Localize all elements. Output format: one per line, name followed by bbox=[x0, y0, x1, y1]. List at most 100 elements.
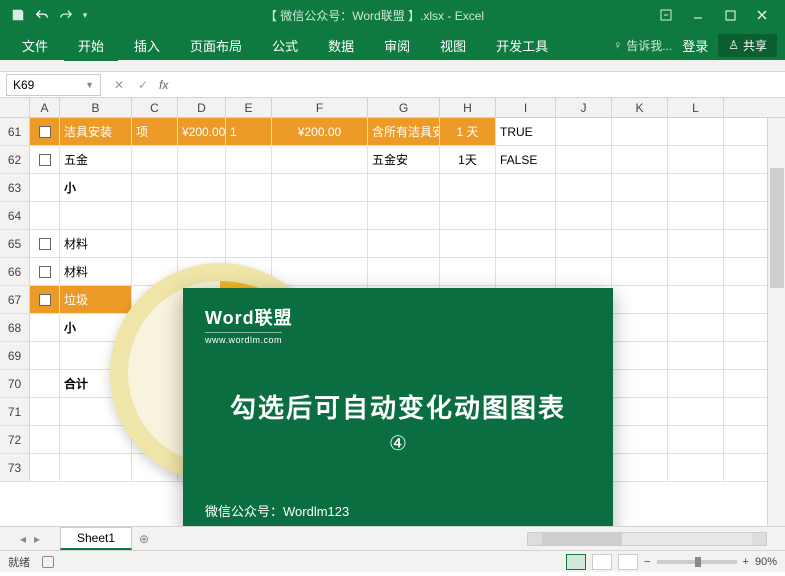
cell[interactable] bbox=[368, 202, 440, 229]
column-header[interactable]: H bbox=[440, 98, 496, 117]
column-header[interactable]: L bbox=[668, 98, 724, 117]
cell[interactable]: 五金安 bbox=[368, 146, 440, 173]
cell[interactable] bbox=[30, 342, 60, 369]
login-link[interactable]: 登录 bbox=[682, 36, 708, 55]
column-header[interactable]: E bbox=[226, 98, 272, 117]
cell[interactable] bbox=[612, 426, 668, 453]
view-normal-button[interactable] bbox=[566, 554, 586, 570]
tell-me-search[interactable]: ♀ 告诉我... bbox=[613, 37, 672, 54]
cell[interactable] bbox=[612, 230, 668, 257]
cell[interactable] bbox=[496, 230, 556, 257]
cell[interactable] bbox=[132, 146, 178, 173]
cell[interactable] bbox=[668, 202, 724, 229]
cell[interactable] bbox=[30, 370, 60, 397]
checkbox[interactable] bbox=[39, 154, 51, 166]
cell[interactable] bbox=[668, 314, 724, 341]
cell[interactable] bbox=[226, 202, 272, 229]
cell[interactable] bbox=[30, 454, 60, 481]
cell[interactable] bbox=[30, 146, 60, 173]
row-header[interactable]: 62 bbox=[0, 146, 30, 173]
cell[interactable] bbox=[132, 174, 178, 201]
zoom-out-button[interactable]: − bbox=[644, 556, 650, 568]
ribbon-options-icon[interactable] bbox=[651, 5, 681, 25]
column-header[interactable]: K bbox=[612, 98, 668, 117]
cell[interactable] bbox=[132, 202, 178, 229]
cell[interactable] bbox=[368, 174, 440, 201]
zoom-in-button[interactable]: + bbox=[743, 556, 749, 568]
cell[interactable] bbox=[440, 258, 496, 285]
cell[interactable] bbox=[612, 454, 668, 481]
view-page-layout-button[interactable] bbox=[592, 554, 612, 570]
tab-developer[interactable]: 开发工具 bbox=[482, 30, 562, 61]
checkbox[interactable] bbox=[39, 126, 51, 138]
cell[interactable] bbox=[556, 118, 612, 145]
tab-formulas[interactable]: 公式 bbox=[258, 30, 312, 61]
column-header[interactable]: A bbox=[30, 98, 60, 117]
row-header[interactable]: 65 bbox=[0, 230, 30, 257]
accept-formula-icon[interactable]: ✓ bbox=[131, 74, 155, 96]
cell[interactable] bbox=[496, 258, 556, 285]
cell[interactable] bbox=[272, 202, 368, 229]
sheet-tab[interactable]: Sheet1 bbox=[60, 527, 132, 550]
column-header[interactable]: G bbox=[368, 98, 440, 117]
cell[interactable] bbox=[668, 146, 724, 173]
row-header[interactable]: 67 bbox=[0, 286, 30, 313]
zoom-slider[interactable] bbox=[657, 560, 737, 564]
cell[interactable] bbox=[668, 454, 724, 481]
row-header[interactable]: 71 bbox=[0, 398, 30, 425]
cell[interactable] bbox=[30, 230, 60, 257]
checkbox[interactable] bbox=[39, 294, 51, 306]
cell[interactable] bbox=[132, 230, 178, 257]
cell[interactable] bbox=[556, 230, 612, 257]
cell[interactable] bbox=[440, 230, 496, 257]
cell[interactable] bbox=[612, 314, 668, 341]
select-all-corner[interactable] bbox=[0, 98, 30, 117]
close-button[interactable] bbox=[747, 5, 777, 25]
cell[interactable] bbox=[612, 286, 668, 313]
row-header[interactable]: 72 bbox=[0, 426, 30, 453]
cell[interactable] bbox=[178, 202, 226, 229]
tab-file[interactable]: 文件 bbox=[8, 30, 62, 61]
qat-customize-icon[interactable]: ▾ bbox=[80, 5, 90, 25]
column-header[interactable]: B bbox=[60, 98, 132, 117]
row-header[interactable]: 64 bbox=[0, 202, 30, 229]
cell[interactable] bbox=[668, 426, 724, 453]
tab-insert[interactable]: 插入 bbox=[120, 30, 174, 61]
cell[interactable] bbox=[30, 314, 60, 341]
share-button[interactable]: ♙ 共享 bbox=[718, 34, 777, 57]
cell[interactable] bbox=[612, 174, 668, 201]
row-header[interactable]: 63 bbox=[0, 174, 30, 201]
formula-input[interactable] bbox=[172, 74, 785, 96]
cell[interactable] bbox=[668, 258, 724, 285]
checkbox[interactable] bbox=[39, 266, 51, 278]
cell[interactable] bbox=[60, 202, 132, 229]
tab-view[interactable]: 视图 bbox=[426, 30, 480, 61]
cell[interactable] bbox=[668, 286, 724, 313]
tab-layout[interactable]: 页面布局 bbox=[176, 30, 256, 61]
cell[interactable] bbox=[556, 258, 612, 285]
column-header[interactable]: I bbox=[496, 98, 556, 117]
cell[interactable] bbox=[226, 146, 272, 173]
cell[interactable]: 项 bbox=[132, 118, 178, 145]
cell[interactable]: 洁具安装 bbox=[60, 118, 132, 145]
column-header[interactable]: J bbox=[556, 98, 612, 117]
tab-home[interactable]: 开始 bbox=[64, 30, 118, 61]
cell[interactable]: 五金 bbox=[60, 146, 132, 173]
column-header[interactable]: F bbox=[272, 98, 368, 117]
checkbox[interactable] bbox=[39, 238, 51, 250]
cell[interactable]: 1 天 bbox=[440, 118, 496, 145]
row-header[interactable]: 70 bbox=[0, 370, 30, 397]
sheet-nav[interactable]: ◂▸ bbox=[0, 532, 60, 546]
cell[interactable] bbox=[668, 370, 724, 397]
cell[interactable] bbox=[272, 146, 368, 173]
cell[interactable] bbox=[30, 258, 60, 285]
cell[interactable] bbox=[668, 342, 724, 369]
cell[interactable] bbox=[30, 286, 60, 313]
cell[interactable] bbox=[368, 230, 440, 257]
cell[interactable] bbox=[556, 146, 612, 173]
cell[interactable] bbox=[612, 258, 668, 285]
cell[interactable] bbox=[272, 230, 368, 257]
row-header[interactable]: 68 bbox=[0, 314, 30, 341]
cell[interactable] bbox=[226, 230, 272, 257]
cell[interactable] bbox=[30, 202, 60, 229]
